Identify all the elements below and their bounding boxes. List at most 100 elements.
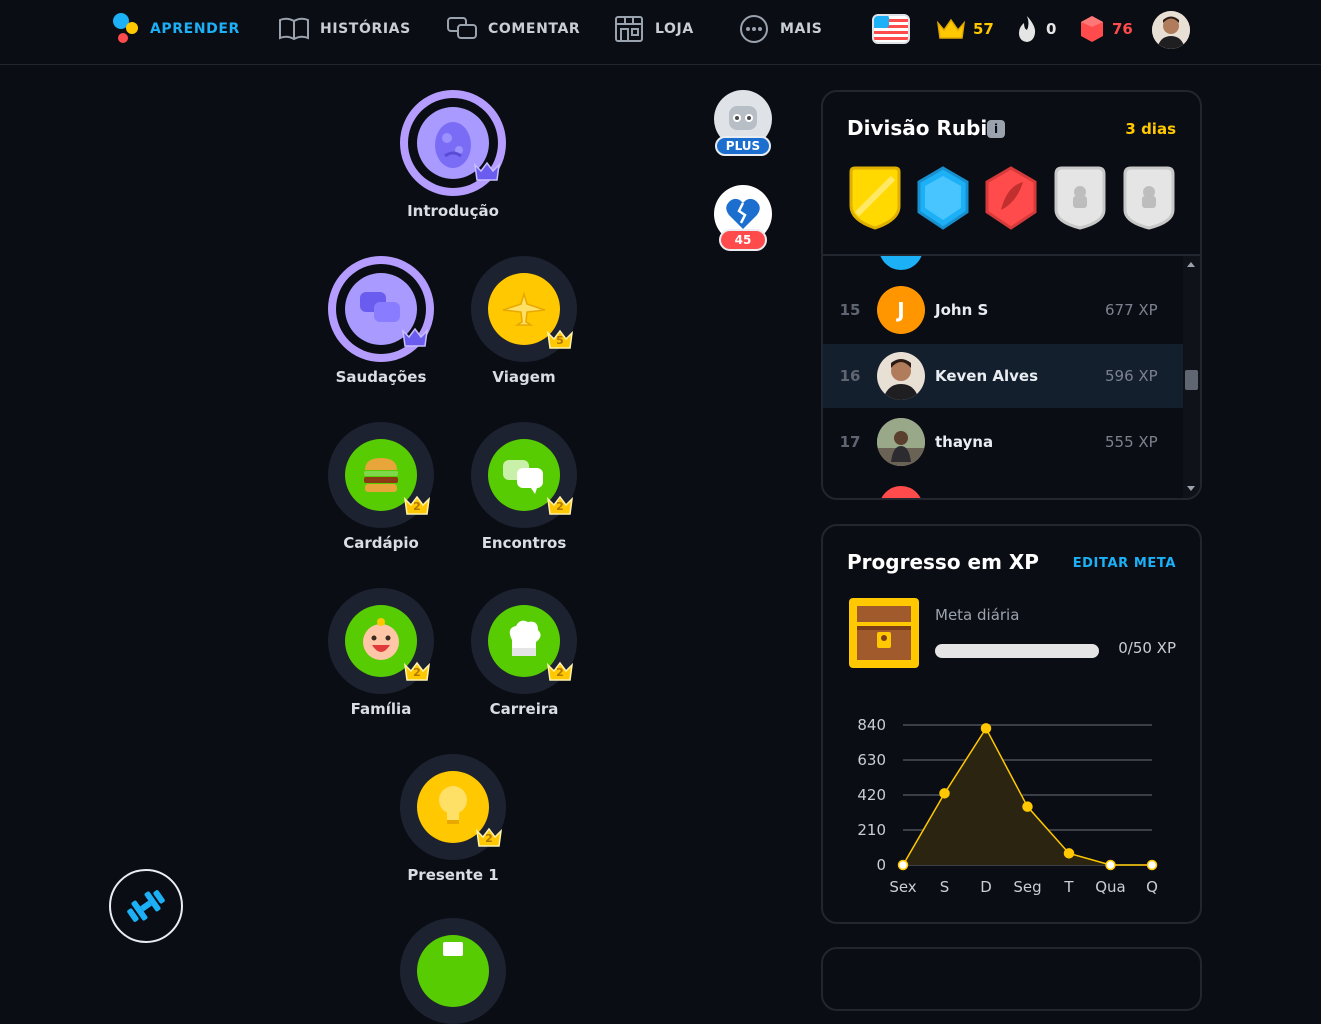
gem-icon bbox=[1081, 16, 1103, 42]
skill-label: Carreira bbox=[489, 700, 559, 718]
hearts-count: 45 bbox=[719, 229, 767, 251]
streak-count: 0 bbox=[1046, 20, 1057, 38]
skill-node-next[interactable] bbox=[400, 918, 506, 1024]
speech-bubbles-icon bbox=[360, 292, 400, 322]
skill-node-viagem[interactable]: 5 Viagem bbox=[449, 254, 599, 394]
user-name: John S bbox=[935, 301, 989, 319]
sapphire-league-icon bbox=[917, 166, 969, 230]
user-avatar[interactable] bbox=[1152, 11, 1190, 49]
nav-comentar[interactable]: COMENTAR bbox=[446, 14, 580, 44]
user-xp: 555 XP bbox=[1105, 433, 1158, 451]
us-flag-icon bbox=[872, 14, 910, 44]
nav-label: APRENDER bbox=[150, 21, 240, 37]
nav-historias[interactable]: HISTÓRIAS bbox=[278, 14, 411, 44]
info-icon[interactable]: i bbox=[987, 120, 1005, 138]
nav-loja[interactable]: LOJA bbox=[613, 14, 694, 44]
skill-label: Viagem bbox=[492, 368, 556, 386]
scroll-down-arrow[interactable] bbox=[1187, 486, 1195, 491]
skill-node-introducao[interactable]: Introdução bbox=[378, 88, 528, 228]
nav-label: MAIS bbox=[780, 21, 823, 37]
x-tick-label: S bbox=[940, 878, 950, 896]
gems-counter[interactable]: 76 bbox=[1078, 14, 1133, 44]
avatar-initial: J bbox=[897, 298, 905, 322]
avatar-image bbox=[1152, 11, 1190, 49]
shop-icon bbox=[615, 16, 643, 42]
daily-goal-label: Meta diária bbox=[935, 606, 1020, 624]
leaderboard-row[interactable]: 15 J John S 677 XP bbox=[823, 278, 1183, 342]
skill-label: Presente 1 bbox=[407, 866, 499, 884]
xp-point bbox=[897, 859, 909, 871]
airplane-icon bbox=[502, 291, 546, 326]
nav-aprender[interactable]: APRENDER bbox=[112, 13, 240, 44]
y-tick-label: 630 bbox=[857, 751, 886, 769]
chat-bubbles-icon bbox=[447, 17, 477, 39]
avatar bbox=[877, 352, 925, 400]
nav-mais[interactable]: MAIS bbox=[738, 14, 822, 44]
nav-label: COMENTAR bbox=[488, 21, 581, 37]
legendary-crown-icon bbox=[401, 327, 429, 347]
daily-goal-bar bbox=[935, 644, 1099, 658]
xp-point bbox=[1105, 859, 1116, 871]
robot-owl-icon bbox=[729, 106, 757, 130]
egg-icon bbox=[435, 122, 471, 168]
y-tick-label: 420 bbox=[857, 786, 886, 804]
gems-count: 76 bbox=[1112, 20, 1133, 38]
crown-level: 2 bbox=[556, 666, 564, 679]
skill-node-presente-1[interactable]: 2 Presente 1 bbox=[378, 752, 528, 892]
skill-node-cardapio[interactable]: 2 Cardápio bbox=[306, 420, 456, 560]
x-tick-label: Seg bbox=[1013, 878, 1041, 896]
avatar: J bbox=[877, 286, 925, 334]
rank: 16 bbox=[839, 367, 861, 385]
skill-label: Introdução bbox=[407, 202, 499, 220]
crown-level: 2 bbox=[485, 832, 493, 845]
skill-label: Saudações bbox=[335, 368, 427, 386]
x-tick-label: Qua bbox=[1095, 878, 1126, 896]
dumbbell-icon bbox=[127, 890, 165, 922]
daily-goal-value: 0/50 XP bbox=[1118, 639, 1176, 657]
plus-button[interactable]: PLUS bbox=[713, 90, 773, 160]
practice-button[interactable] bbox=[109, 869, 183, 943]
x-tick-label: T bbox=[1063, 878, 1074, 896]
xp-progress-title: Progresso em XP bbox=[847, 550, 1039, 574]
skill-node-encontros[interactable]: 2 Encontros bbox=[449, 420, 599, 560]
x-tick-label: Q bbox=[1146, 878, 1158, 896]
skill-node-carreira[interactable]: 2 Carreira bbox=[449, 586, 599, 726]
crowns-counter[interactable]: 57 bbox=[935, 14, 994, 44]
ruby-league-icon bbox=[985, 166, 1037, 230]
crown-level: 2 bbox=[413, 500, 421, 513]
avatar bbox=[879, 256, 923, 270]
scrollbar[interactable] bbox=[1183, 256, 1200, 498]
league-days-left: 3 dias bbox=[1125, 120, 1176, 138]
edit-goal-button[interactable]: EDITAR META bbox=[1073, 556, 1176, 571]
skill-label: Encontros bbox=[481, 534, 567, 552]
burger-icon bbox=[364, 458, 398, 492]
leaderboard-row-current-user[interactable]: 16 Keven Alves 596 XP bbox=[823, 344, 1183, 408]
y-tick-label: 0 bbox=[876, 856, 886, 874]
owl-logo-icon bbox=[113, 13, 138, 43]
calendar-icon bbox=[443, 942, 463, 956]
treasure-chest-icon bbox=[849, 598, 919, 668]
xp-point bbox=[939, 788, 950, 799]
scroll-up-arrow[interactable] bbox=[1187, 262, 1195, 267]
y-tick-label: 840 bbox=[857, 716, 886, 734]
language-flag-button[interactable] bbox=[872, 14, 910, 44]
hearts-button[interactable]: 45 bbox=[713, 185, 773, 261]
crown-level: 2 bbox=[413, 666, 421, 679]
gold-league-icon bbox=[849, 166, 901, 230]
streak-counter[interactable]: 0 bbox=[1014, 14, 1056, 44]
legendary-crown-icon bbox=[473, 161, 501, 181]
user-name: thayna bbox=[935, 433, 994, 451]
user-xp: 677 XP bbox=[1105, 301, 1158, 319]
leaderboard-list[interactable]: 15 J John S 677 XP 16 Keven Alves 596 XP… bbox=[823, 256, 1183, 498]
next-card bbox=[821, 947, 1202, 1011]
leaderboard-row[interactable]: 17 thayna 555 XP bbox=[823, 410, 1183, 474]
league-title: Divisão Rubi bbox=[847, 116, 988, 140]
x-tick-label: Sex bbox=[889, 878, 916, 896]
top-nav-bar: APRENDER HISTÓRIAS COMENTAR LOJA MAIS 57… bbox=[0, 0, 1321, 65]
scroll-thumb[interactable] bbox=[1185, 370, 1198, 390]
locked-league-icon bbox=[1054, 166, 1106, 230]
skill-node-familia[interactable]: 2 Família bbox=[306, 586, 456, 726]
y-tick-label: 210 bbox=[857, 821, 886, 839]
user-xp: 596 XP bbox=[1105, 367, 1158, 385]
skill-node-saudacoes[interactable]: Saudações bbox=[306, 254, 456, 394]
